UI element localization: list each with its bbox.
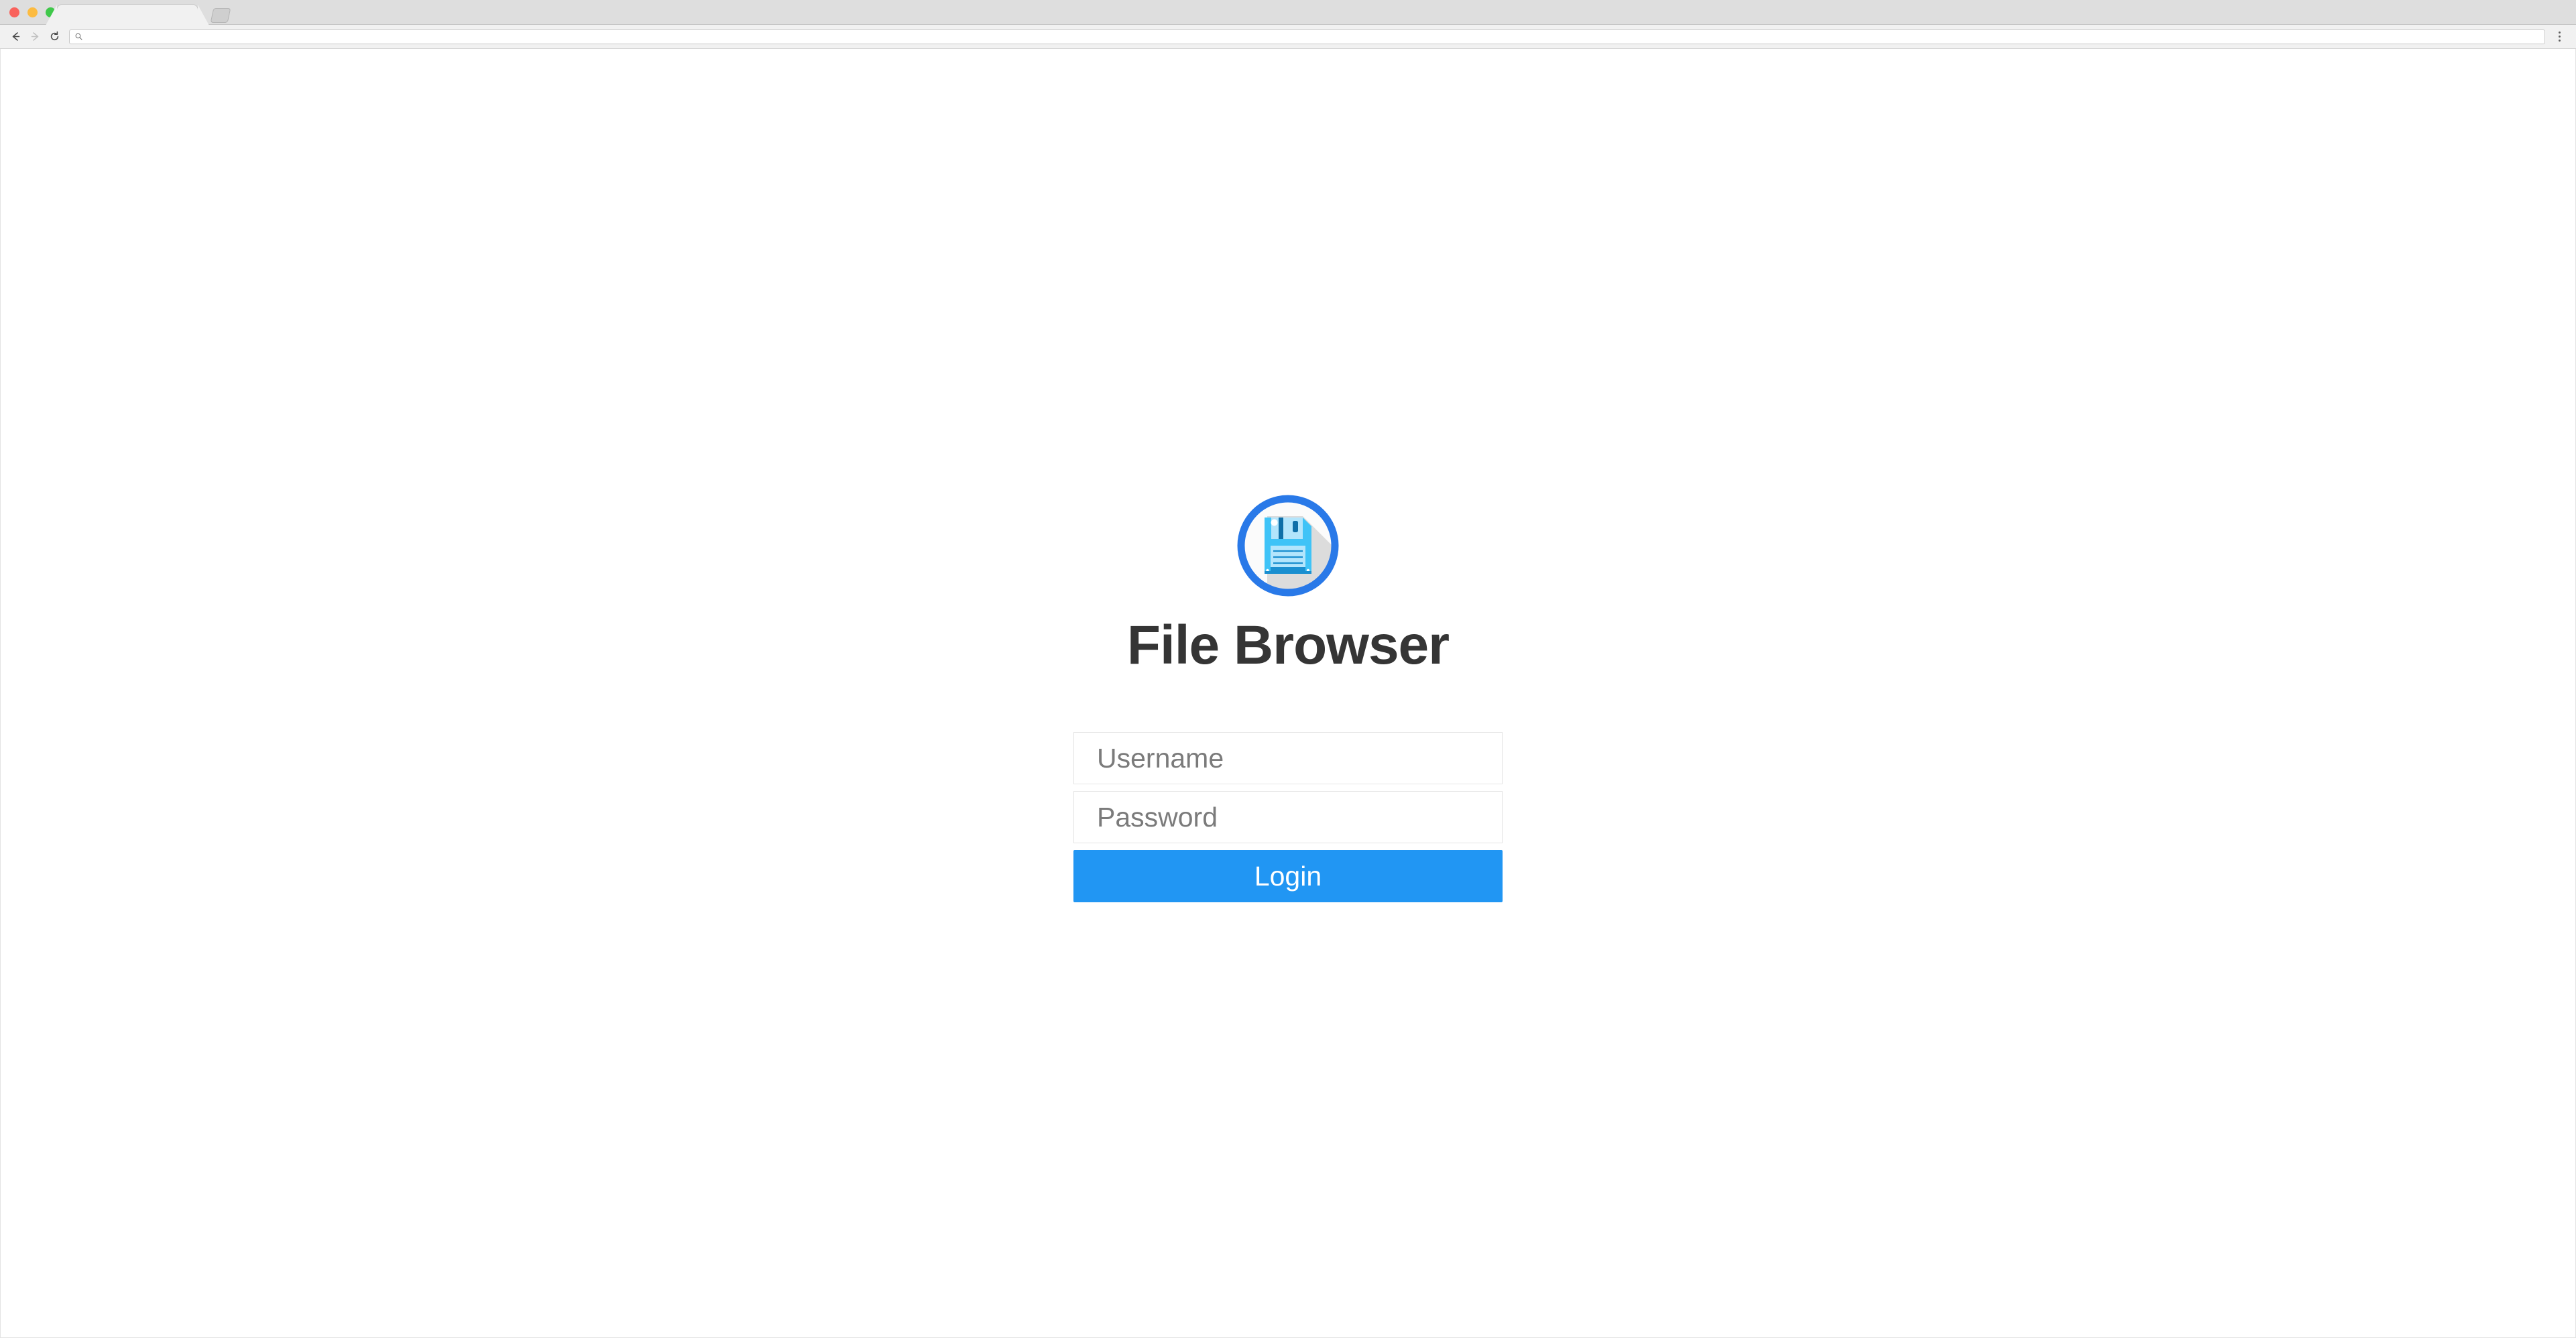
page-viewport: File Browser Login: [0, 49, 2576, 1338]
reload-icon: [50, 31, 58, 41]
search-icon: [75, 33, 82, 40]
forward-button[interactable]: [26, 28, 44, 46]
browser-menu-button[interactable]: [2552, 28, 2567, 46]
three-dot-menu-icon: [2558, 32, 2561, 34]
browser-toolbar: [0, 25, 2576, 49]
login-card: File Browser Login: [1073, 488, 1503, 902]
three-dot-menu-icon-dot3: [2558, 40, 2561, 42]
tab-strip: [0, 0, 2576, 25]
browser-window: File Browser Login: [0, 0, 2576, 1338]
floppy-disk-logo: [1230, 488, 1346, 603]
new-tab-button[interactable]: [210, 8, 231, 23]
close-window-button[interactable]: [9, 7, 19, 17]
back-button[interactable]: [7, 28, 24, 46]
url-bar[interactable]: [69, 29, 2545, 44]
floppy-disk-logo-icon: [1237, 495, 1339, 597]
page-title: File Browser: [1126, 615, 1450, 676]
login-form: Login: [1073, 732, 1503, 902]
reload-button[interactable]: [46, 28, 63, 46]
password-input[interactable]: [1073, 791, 1503, 843]
back-arrow-icon: [12, 32, 19, 41]
three-dot-menu-icon-dot2: [2558, 36, 2561, 38]
login-button[interactable]: Login: [1073, 850, 1503, 902]
forward-arrow-icon: [31, 32, 38, 41]
minimize-window-button[interactable]: [27, 7, 38, 17]
username-input[interactable]: [1073, 732, 1503, 784]
browser-tab[interactable]: [56, 4, 198, 25]
